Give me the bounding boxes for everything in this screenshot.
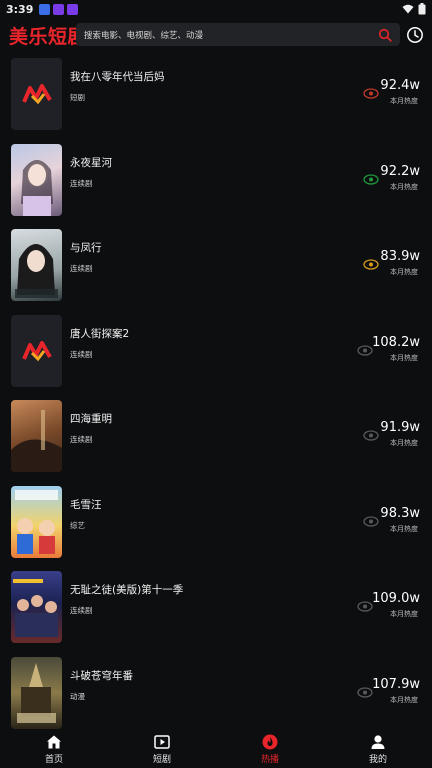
item-title[interactable]: 斗破苍穹年番 — [70, 668, 133, 683]
item-genre: 短剧 — [70, 93, 85, 102]
view-count-icon — [363, 259, 379, 270]
item-title[interactable]: 与凤行 — [70, 240, 102, 255]
status-bar: 3:39 — [0, 0, 432, 18]
notification-app-icon — [67, 3, 79, 15]
view-count-icon — [363, 430, 379, 441]
poster-art-image — [13, 579, 58, 637]
list-item[interactable]: 我在八零年代当后妈 短剧 92.4w 本月热度 — [0, 52, 432, 138]
heat-label: 本月热度 — [390, 268, 418, 276]
heat-label: 本月热度 — [390, 610, 418, 618]
nav-label: 我的 — [368, 755, 387, 765]
nav-mine[interactable]: 我的 — [324, 732, 432, 768]
battery-icon — [418, 3, 426, 15]
notification-app-icon — [39, 3, 51, 15]
view-count-icon — [363, 173, 379, 185]
nav-label: 首页 — [44, 755, 63, 765]
search-input[interactable]: 搜索电影、电视剧、综艺、动漫 — [84, 29, 378, 41]
item-genre: 连续剧 — [70, 606, 93, 615]
portrait-image — [21, 159, 53, 216]
hot-list: 我在八零年代当后妈 短剧 92.4w 本月热度 永夜星河 连续剧 92.2w 本… — [0, 52, 432, 732]
heat-value: 91.9w — [380, 420, 420, 435]
item-genre: 连续剧 — [70, 264, 93, 273]
app-header: 美乐短剧 搜索电影、电视剧、综艺、动漫 — [0, 20, 432, 50]
view-count-icon — [357, 344, 373, 356]
item-title[interactable]: 唐人街探案2 — [70, 326, 129, 341]
item-title[interactable]: 无耻之徒(美版)第十一季 — [70, 582, 183, 597]
flame-icon — [262, 734, 278, 750]
list-item[interactable]: 四海重明 连续剧 91.9w 本月热度 — [0, 394, 432, 480]
list-item[interactable]: 无耻之徒(美版)第十一季 连续剧 109.0w 本月热度 — [0, 565, 432, 651]
poster-image[interactable] — [11, 485, 62, 558]
heat-value: 109.0w — [372, 591, 420, 606]
app-logo-icon — [21, 340, 52, 361]
poster-image[interactable] — [11, 400, 62, 472]
nav-hot[interactable]: 热播 — [216, 732, 324, 768]
poster-image[interactable] — [11, 656, 62, 729]
item-title[interactable]: 毛雪汪 — [70, 497, 102, 512]
view-count-icon — [357, 601, 373, 612]
item-genre: 动漫 — [70, 691, 85, 701]
list-item[interactable]: 与凤行 连续剧 83.9w 本月热度 — [0, 223, 432, 309]
item-title[interactable]: 我在八零年代当后妈 — [70, 69, 165, 84]
bottom-nav: 首页 短剧 热播 我的 — [0, 732, 432, 768]
poster-art-image — [15, 489, 58, 554]
portrait-image — [15, 244, 58, 298]
nav-label: 热播 — [260, 755, 279, 765]
nav-label: 短剧 — [152, 755, 171, 765]
poster-art-image — [11, 410, 62, 472]
heat-label: 本月热度 — [390, 695, 418, 704]
poster-image[interactable] — [11, 143, 62, 216]
poster-placeholder-logo[interactable] — [11, 314, 62, 387]
heat-value: 92.2w — [380, 163, 420, 179]
poster-image[interactable] — [11, 229, 62, 301]
nav-home[interactable]: 首页 — [0, 732, 108, 768]
poster-art-image — [17, 662, 56, 723]
history-icon[interactable] — [406, 26, 424, 44]
heat-label: 本月热度 — [390, 439, 418, 447]
list-item[interactable]: 斗破苍穹年番 动漫 107.9w 本月热度 — [0, 651, 432, 733]
heat-value: 83.9w — [380, 249, 420, 264]
nav-shorts[interactable]: 短剧 — [108, 732, 216, 768]
heat-value: 107.9w — [372, 676, 420, 692]
status-time: 3:39 — [6, 2, 34, 16]
item-genre: 连续剧 — [70, 435, 93, 444]
heat-label: 本月热度 — [390, 97, 418, 105]
heat-label: 本月热度 — [390, 182, 418, 191]
item-genre: 综艺 — [70, 520, 85, 530]
heat-value: 92.4w — [380, 78, 420, 93]
wifi-icon — [402, 4, 414, 14]
item-genre: 连续剧 — [70, 178, 93, 188]
heat-label: 本月热度 — [390, 524, 418, 533]
list-item[interactable]: 毛雪汪 综艺 98.3w 本月热度 — [0, 480, 432, 566]
play-icon — [154, 735, 170, 749]
view-count-icon — [357, 686, 373, 698]
item-title[interactable]: 永夜星河 — [70, 155, 112, 170]
view-count-icon — [363, 88, 379, 99]
heat-label: 本月热度 — [390, 353, 418, 362]
search-bar[interactable]: 搜索电影、电视剧、综艺、动漫 — [76, 23, 400, 46]
item-genre: 连续剧 — [70, 349, 93, 359]
list-item[interactable]: 唐人街探案2 连续剧 108.2w 本月热度 — [0, 309, 432, 395]
search-icon[interactable] — [378, 28, 392, 42]
home-icon — [47, 735, 61, 749]
item-title[interactable]: 四海重明 — [70, 411, 112, 426]
heat-value: 108.2w — [372, 334, 420, 350]
heat-value: 98.3w — [380, 505, 420, 521]
poster-image[interactable] — [11, 571, 62, 643]
poster-placeholder-logo[interactable] — [11, 58, 62, 130]
app-logo-icon — [21, 84, 52, 105]
user-icon — [371, 735, 385, 749]
notification-app-icon — [53, 3, 65, 15]
view-count-icon — [363, 515, 379, 527]
list-item[interactable]: 永夜星河 连续剧 92.2w 本月热度 — [0, 138, 432, 224]
